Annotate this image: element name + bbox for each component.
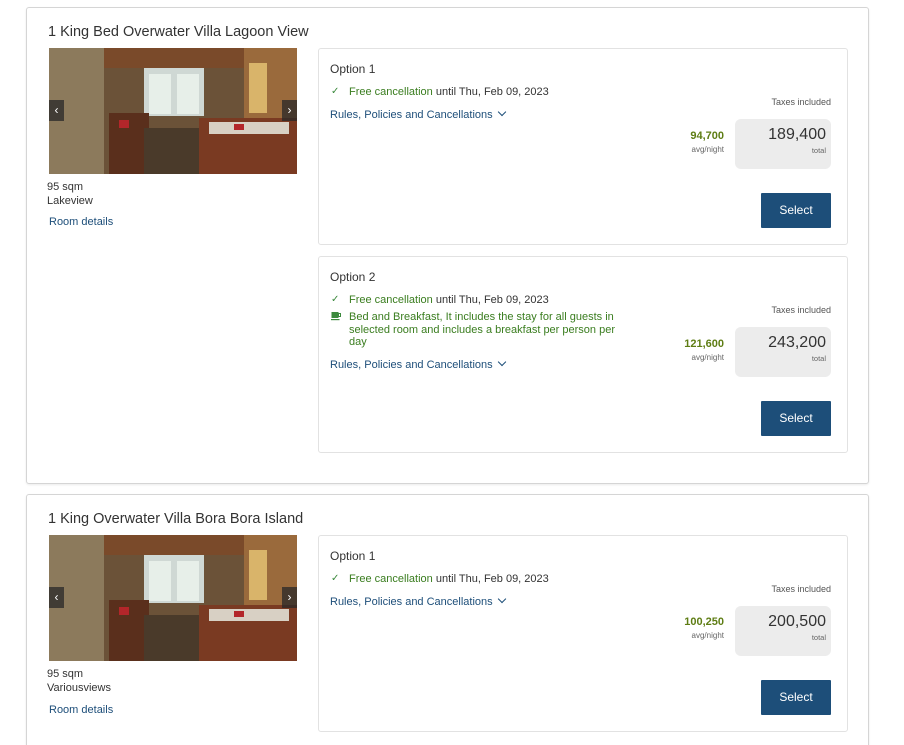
total-price-value: 243,200 <box>768 334 826 351</box>
avg-price: 100,250 avg/night <box>684 616 724 640</box>
taxes-note: Taxes included <box>771 305 831 315</box>
total-price-label: total <box>811 354 826 363</box>
cancellation-date: until Thu, Feb 09, 2023 <box>432 86 549 98</box>
total-price-box: 200,500 total <box>735 606 831 656</box>
room-card: 1 King Bed Overwater Villa Lagoon View ‹… <box>26 7 869 484</box>
cancellation-date: until Thu, Feb 09, 2023 <box>432 294 549 306</box>
total-price-value: 200,500 <box>768 613 826 630</box>
rate-option: Option 1 ✓ Free cancellation until Thu, … <box>318 535 848 732</box>
total-price-label: total <box>811 633 826 642</box>
cancellation-label: Free cancellation <box>349 294 433 306</box>
room-photo[interactable]: ‹ › <box>49 48 297 174</box>
total-price-box: 189,400 total <box>735 119 831 169</box>
rate-option: Option 1 ✓ Free cancellation until Thu, … <box>318 48 848 245</box>
photo-next-button[interactable]: › <box>282 587 297 608</box>
room-details-link[interactable]: Room details <box>49 216 113 228</box>
avg-price-value: 121,600 <box>684 338 724 350</box>
avg-price-value: 94,700 <box>690 130 724 142</box>
room-size: 95 sqm <box>47 181 84 193</box>
avg-price: 94,700 avg/night <box>690 130 724 154</box>
meal-plan-feature: Bed and Breakfast, It includes the stay … <box>331 311 631 349</box>
room-photo[interactable]: ‹ › <box>49 535 297 661</box>
cancellation-feature: ✓ Free cancellation until Thu, Feb 09, 2… <box>331 294 549 307</box>
taxes-note: Taxes included <box>771 584 831 594</box>
cancellation-label: Free cancellation <box>349 86 433 98</box>
coffee-cup-icon <box>331 311 349 349</box>
meal-plan-text: Bed and Breakfast, It includes the stay … <box>349 311 615 348</box>
rules-link-label: Rules, Policies and Cancellations <box>330 359 493 371</box>
photo-next-button[interactable]: › <box>282 100 297 121</box>
cancellation-feature: ✓ Free cancellation until Thu, Feb 09, 2… <box>331 573 549 586</box>
chevron-down-icon <box>497 107 506 117</box>
room-photo-image <box>49 535 297 661</box>
photo-prev-button[interactable]: ‹ <box>49 100 64 121</box>
select-button[interactable]: Select <box>761 193 831 228</box>
rules-policies-link[interactable]: Rules, Policies and Cancellations <box>330 594 506 608</box>
room-size: 95 sqm <box>47 668 84 680</box>
cancellation-label: Free cancellation <box>349 573 433 585</box>
check-icon: ✓ <box>331 294 340 305</box>
avg-price: 121,600 avg/night <box>684 338 724 362</box>
avg-price-value: 100,250 <box>684 616 724 628</box>
rate-option: Option 2 ✓ Free cancellation until Thu, … <box>318 256 848 453</box>
avg-price-label: avg/night <box>691 145 724 154</box>
option-title: Option 1 <box>330 549 376 563</box>
cancellation-feature: ✓ Free cancellation until Thu, Feb 09, 2… <box>331 86 549 99</box>
room-view: Variousviews <box>47 682 111 694</box>
photo-prev-button[interactable]: ‹ <box>49 587 64 608</box>
check-icon: ✓ <box>331 573 340 584</box>
room-title: 1 King Overwater Villa Bora Bora Island <box>48 511 304 527</box>
chevron-down-icon <box>497 594 506 604</box>
chevron-down-icon <box>497 357 506 367</box>
room-photo-image <box>49 48 297 174</box>
avg-price-label: avg/night <box>691 631 724 640</box>
option-title: Option 1 <box>330 62 376 76</box>
taxes-note: Taxes included <box>771 97 831 107</box>
rules-policies-link[interactable]: Rules, Policies and Cancellations <box>330 107 506 121</box>
room-details-link[interactable]: Room details <box>49 704 113 716</box>
check-icon: ✓ <box>331 86 340 97</box>
total-price-label: total <box>811 146 826 155</box>
room-view: Lakeview <box>47 195 93 207</box>
rules-link-label: Rules, Policies and Cancellations <box>330 109 493 121</box>
option-title: Option 2 <box>330 270 376 284</box>
room-title: 1 King Bed Overwater Villa Lagoon View <box>48 24 309 40</box>
avg-price-label: avg/night <box>691 353 724 362</box>
select-button[interactable]: Select <box>761 680 831 715</box>
total-price-box: 243,200 total <box>735 327 831 377</box>
rules-policies-link[interactable]: Rules, Policies and Cancellations <box>330 357 506 371</box>
select-button[interactable]: Select <box>761 401 831 436</box>
cancellation-date: until Thu, Feb 09, 2023 <box>432 573 549 585</box>
room-card: 1 King Overwater Villa Bora Bora Island … <box>26 494 869 745</box>
total-price-value: 189,400 <box>768 126 826 143</box>
rules-link-label: Rules, Policies and Cancellations <box>330 596 493 608</box>
